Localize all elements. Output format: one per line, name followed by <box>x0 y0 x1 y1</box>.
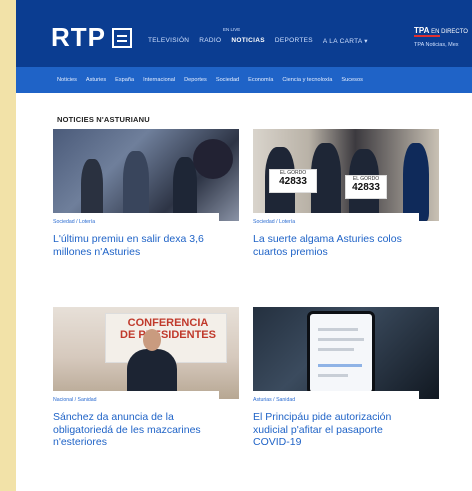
section-nav: Noticies Asturies España Internacional D… <box>16 67 472 93</box>
conference-sign-line: CONFERENCIA <box>127 317 209 329</box>
article-headline[interactable]: La suerte algama Asturies colos cuartos … <box>253 233 411 258</box>
subnav-item-economia[interactable]: Economía <box>248 77 273 83</box>
nav-item-noticias[interactable]: NOTICIAS <box>231 37 264 45</box>
article-tag[interactable]: Nacional / Sanidad <box>53 397 211 403</box>
live-indicator-line <box>414 35 440 37</box>
article-image[interactable]: CONFERENCIA DE PRESIDENTES <box>53 307 239 399</box>
site-header: RTP EN LIVE TELEVISIÓN RADIO NOTICIAS DE… <box>16 0 472 67</box>
article-body: Sociedad / Lotería La suerte algama Astu… <box>253 213 419 268</box>
article-headline[interactable]: Sánchez da anuncia de la obligatoriedá d… <box>53 411 211 449</box>
article-tag[interactable]: Asturias / Sanidad <box>253 397 411 403</box>
subnav-item-asturies[interactable]: Asturies <box>86 77 106 83</box>
site-logo[interactable]: RTP <box>51 22 132 53</box>
article-tag[interactable]: Sociedad / Lotería <box>53 219 211 225</box>
lottery-sign: EL GORDO 42833 <box>269 169 317 193</box>
article-headline[interactable]: El Principáu pide autorización xudicial … <box>253 411 411 449</box>
subnav-item-sucesos[interactable]: Sucesos <box>341 77 362 83</box>
article-image[interactable] <box>53 129 239 221</box>
phone-in-photo <box>307 311 375 395</box>
main-nav: TELEVISIÓN RADIO NOTICIAS DEPORTES A LA … <box>148 37 368 45</box>
subnav-item-espana[interactable]: España <box>115 77 134 83</box>
nav-item-radio[interactable]: RADIO <box>199 37 221 45</box>
article-body: Sociedad / Lotería L'últimu premiu en sa… <box>53 213 219 268</box>
subnav-item-noticies[interactable]: Noticies <box>57 77 77 83</box>
article-card[interactable]: EL GORDO 42833 EL GORDO 42833 Sociedad /… <box>253 129 439 268</box>
section-title: NOTICIES N'ASTURIANU <box>57 115 150 125</box>
article-card[interactable]: Sociedad / Lotería L'últimu premiu en sa… <box>53 129 239 268</box>
lottery-sign: EL GORDO 42833 <box>345 175 387 199</box>
article-card[interactable]: Asturias / Sanidad El Principáu pide aut… <box>253 307 439 459</box>
subnav-item-ciencia[interactable]: Ciencia y tecnoloxía <box>282 77 332 83</box>
subnav-item-deportes[interactable]: Deportes <box>184 77 207 83</box>
sign-number: 42833 <box>279 176 307 187</box>
conference-sign-line: DE PRESIDENTES <box>120 329 216 341</box>
sign-number: 42833 <box>352 182 380 193</box>
article-image[interactable] <box>253 307 439 399</box>
tpa-live-link[interactable]: TPA EN DIRECTO <box>414 26 468 35</box>
article-headline[interactable]: L'últimu premiu en salir dexa 3,6 millon… <box>53 233 211 258</box>
article-card[interactable]: CONFERENCIA DE PRESIDENTES Nacional / Sa… <box>53 307 239 459</box>
nav-item-a-la-carta[interactable]: A LA CARTA ▾ <box>323 37 368 45</box>
logo-text: RTP <box>51 22 106 52</box>
live-tag: EN LIVE <box>223 27 241 32</box>
logo-menu-icon <box>112 27 132 48</box>
subnav-item-sociedad[interactable]: Sociedad <box>216 77 239 83</box>
article-body: Nacional / Sanidad Sánchez da anuncia de… <box>53 391 219 459</box>
nav-item-deportes[interactable]: DEPORTES <box>275 37 313 45</box>
subnav-item-internacional[interactable]: Internacional <box>143 77 175 83</box>
browser-viewport: RTP EN LIVE TELEVISIÓN RADIO NOTICIAS DE… <box>16 0 472 491</box>
article-tag[interactable]: Sociedad / Lotería <box>253 219 411 225</box>
tpa-subtitle: TPA Noticias, Mex <box>414 42 459 48</box>
conference-sign: CONFERENCIA DE PRESIDENTES <box>113 317 223 341</box>
article-body: Asturias / Sanidad El Principáu pide aut… <box>253 391 419 459</box>
article-image[interactable]: EL GORDO 42833 EL GORDO 42833 <box>253 129 439 221</box>
nav-item-television[interactable]: TELEVISIÓN <box>148 37 189 45</box>
tpa-brand: TPA <box>414 26 430 35</box>
